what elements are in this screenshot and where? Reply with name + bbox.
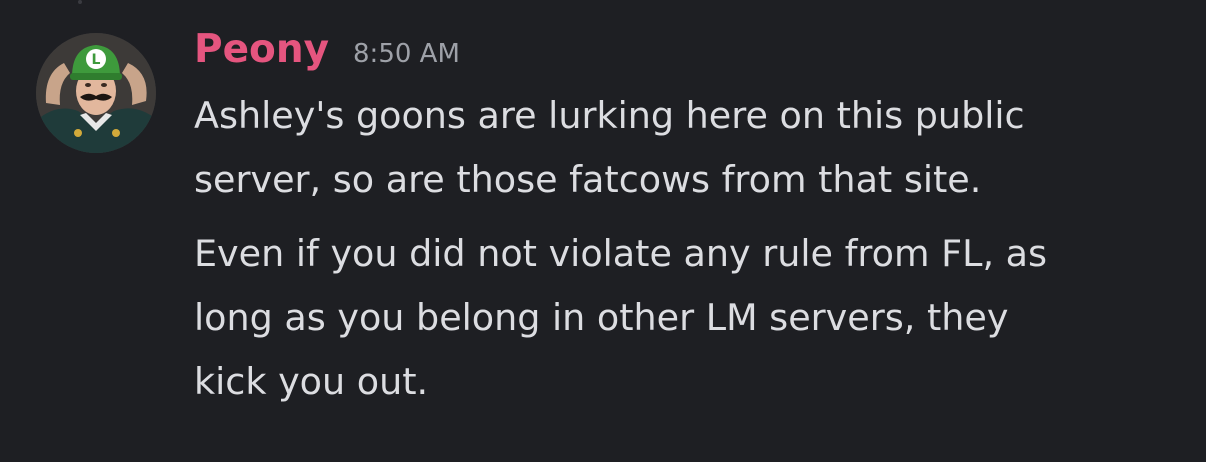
chat-message: L Peony 8:50 AM Ashley's goons are lurki… [0,0,1206,462]
avatar[interactable]: L [36,33,156,153]
message-line: kick you out. [194,360,429,403]
author-name[interactable]: Peony [194,24,329,76]
message-header: Peony 8:50 AM [194,24,460,80]
message-line: Even if you did not violate any rule fro… [194,232,1048,275]
message-line: long as you belong in other LM servers, … [194,296,1009,339]
message-paragraph: Even if you did not violate any rule fro… [194,222,1184,414]
message-body: Ashley's goons are lurking here on this … [194,84,1184,414]
luigi-avatar-icon: L [36,33,156,153]
message-line: Ashley's goons are lurking here on this … [194,94,1025,137]
message-line: server, so are those fatcows from that s… [194,158,982,201]
message-paragraph: Ashley's goons are lurking here on this … [194,84,1184,212]
thread-line-mark [78,0,82,4]
svg-text:L: L [92,52,101,68]
message-timestamp: 8:50 AM [353,39,460,69]
